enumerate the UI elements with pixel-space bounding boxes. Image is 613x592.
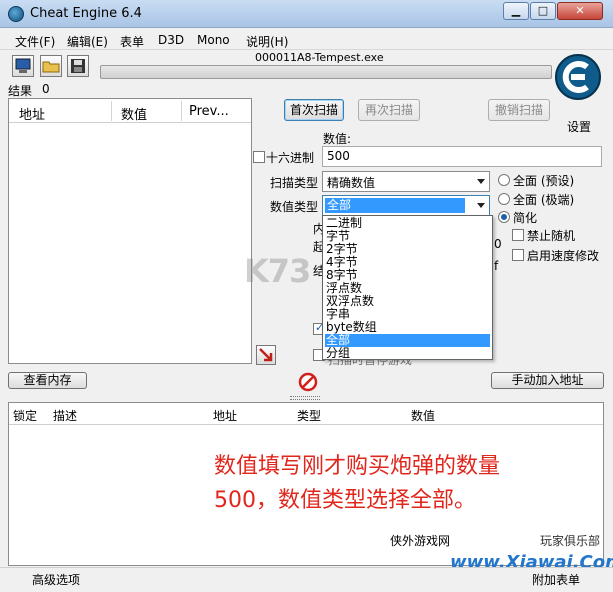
close-button[interactable]: ✕ xyxy=(557,2,603,20)
menu-mono[interactable]: Mono xyxy=(197,33,230,47)
scan-simple-radio[interactable] xyxy=(498,211,510,223)
found-address-list[interactable]: 地址 数值 Prev... xyxy=(8,98,252,364)
window-title: Cheat Engine 6.4 xyxy=(30,6,142,21)
value-type-label: 数值类型 xyxy=(270,200,319,214)
value-type-dropdown-list[interactable]: 二进制 字节 2字节 4字节 8字节 浮点数 双浮点数 字串 byte数组 全部… xyxy=(322,215,493,360)
scan-type-select[interactable]: 精确数值 xyxy=(322,171,490,192)
value-type-select[interactable]: 全部 xyxy=(322,195,490,216)
status-bar xyxy=(0,567,613,592)
maximize-button[interactable]: □ xyxy=(530,2,556,20)
floppy-disk-icon xyxy=(71,59,85,73)
scan-full-default-label: 全面 (预设) xyxy=(513,174,575,188)
column-separator xyxy=(181,101,182,121)
start-address-digit-partial: 0 xyxy=(494,237,502,251)
stop-icon[interactable] xyxy=(298,372,318,392)
column-active[interactable]: 锁定 xyxy=(13,407,37,424)
menu-table[interactable]: 表单 xyxy=(120,33,144,50)
instruction-line: 500，数值类型选择全部。 xyxy=(214,488,476,513)
save-button[interactable] xyxy=(67,55,89,77)
menu-d3d[interactable]: D3D xyxy=(158,33,184,47)
column-type[interactable]: 类型 xyxy=(297,407,321,424)
column-address[interactable]: 地址 xyxy=(19,104,45,123)
menu-edit[interactable]: 编辑(E) xyxy=(67,33,108,50)
process-name: 000011A8-Tempest.exe xyxy=(255,51,384,64)
scan-type-label: 扫描类型 xyxy=(270,176,319,190)
results-count: 0 xyxy=(42,82,50,96)
advanced-options-link[interactable]: 高级选项 xyxy=(32,571,80,588)
scan-full-default-radio[interactable] xyxy=(498,174,510,186)
scan-value-input[interactable]: 500 xyxy=(322,146,602,167)
site-watermark-right: 玩家俱乐部 xyxy=(540,534,601,548)
add-address-arrow-button[interactable] xyxy=(256,345,276,365)
computer-icon xyxy=(15,58,31,73)
hex-checkbox[interactable] xyxy=(253,151,265,163)
view-memory-button[interactable]: 查看内存 xyxy=(8,372,87,389)
close-icon: ✕ xyxy=(575,4,585,17)
column-value[interactable]: 数值 xyxy=(411,407,435,424)
end-address-digit-partial: f xyxy=(494,259,499,273)
value-type-option[interactable]: 分组 xyxy=(325,347,490,360)
open-file-button[interactable] xyxy=(40,55,62,77)
add-address-manually-button[interactable]: 手动加入地址 xyxy=(491,372,604,389)
column-description[interactable]: 描述 xyxy=(53,407,77,424)
scan-simple-label: 简化 xyxy=(513,211,538,225)
column-address[interactable]: 地址 xyxy=(213,407,237,424)
menu-file[interactable]: 文件(F) xyxy=(15,33,55,50)
settings-label[interactable]: 设置 xyxy=(567,118,591,135)
undo-scan-button[interactable]: 撤销扫描 xyxy=(488,99,550,121)
address-list-header: 地址 数值 Prev... xyxy=(9,99,251,123)
chevron-down-icon xyxy=(477,179,485,184)
column-value[interactable]: 数值 xyxy=(121,104,147,123)
disable-random-checkbox[interactable] xyxy=(512,229,524,241)
column-previous[interactable]: Prev... xyxy=(189,104,229,119)
cheat-engine-logo[interactable] xyxy=(553,52,603,102)
scan-full-max-radio[interactable] xyxy=(498,193,510,205)
scan-progress-bar xyxy=(100,65,552,79)
next-scan-button[interactable]: 再次扫描 xyxy=(358,99,420,121)
cheat-table-header: 锁定 描述 地址 类型 数值 xyxy=(9,403,603,425)
speedhack-checkbox[interactable] xyxy=(512,249,524,261)
first-scan-button[interactable]: 首次扫描 xyxy=(284,99,344,121)
scan-type-value: 精确数值 xyxy=(327,176,376,190)
maximize-icon: □ xyxy=(537,4,549,17)
column-separator xyxy=(111,101,112,121)
speedhack-label: 启用速度修改 xyxy=(527,249,600,263)
minimize-button[interactable]: ▁ xyxy=(503,2,529,20)
hex-label: 十六进制 xyxy=(266,151,315,165)
minimize-icon: ▁ xyxy=(511,4,521,17)
scan-full-max-label: 全面 (极端) xyxy=(513,193,575,207)
open-process-button[interactable] xyxy=(12,55,34,77)
value-label: 数值: xyxy=(323,132,352,146)
panel-splitter[interactable] xyxy=(290,396,320,400)
results-label: 结果 xyxy=(8,84,33,98)
chevron-down-icon xyxy=(477,203,485,208)
red-arrow-icon xyxy=(259,348,273,362)
k73-watermark: K73 xyxy=(244,252,311,290)
instruction-line: 数值填写刚才购买炮弹的数量 xyxy=(214,454,501,479)
folder-icon xyxy=(42,61,60,73)
cheat-engine-app-icon xyxy=(8,6,24,22)
disable-random-label: 禁止随机 xyxy=(527,229,576,243)
menu-help[interactable]: 说明(H) xyxy=(246,33,288,50)
value-type-value: 全部 xyxy=(325,198,465,213)
table-extras-link[interactable]: 附加表单 xyxy=(532,571,580,588)
instruction-annotation: 数值填写刚才购买炮弹的数量 500，数值类型选择全部。 xyxy=(214,450,500,518)
site-watermark-left: 侠外游戏网 xyxy=(390,534,451,548)
